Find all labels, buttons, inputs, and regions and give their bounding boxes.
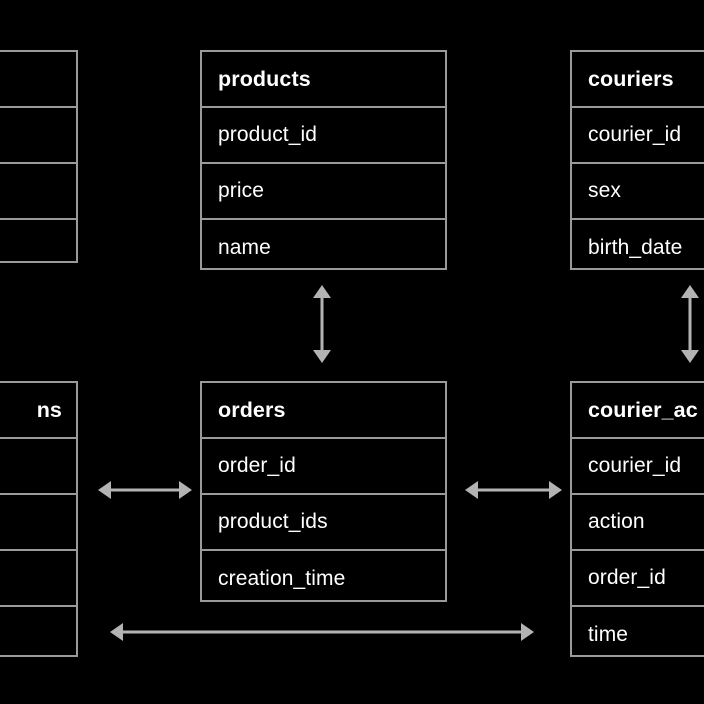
entity-field [0, 439, 76, 495]
entity-field: product_ids [202, 495, 445, 551]
entity-title: products [202, 52, 445, 108]
entity-field [0, 220, 76, 276]
er-diagram-canvas: products product_id price name couriers couri… [0, 0, 704, 704]
entity-title: orders [202, 383, 445, 439]
entity-entity-bottom-left-clipped: ns [0, 381, 78, 657]
entity-field [0, 495, 76, 551]
entity-title: couriers [572, 52, 704, 108]
entity-products: products product_id price name [200, 50, 447, 270]
relationship-arrow-rel-couriers-courier-actions [677, 285, 703, 363]
entity-field: sex [572, 164, 704, 220]
entity-field [0, 607, 76, 663]
entity-field: action [572, 495, 704, 551]
entity-courier_actions: courier_ac courier_id action order_idtime [570, 381, 704, 657]
entity-title [0, 52, 76, 108]
relationship-arrow-rel-products-orders [309, 285, 335, 363]
entity-field [0, 164, 76, 220]
entity-field: price [202, 164, 445, 220]
relationship-arrow-rel-orders-courier-actions [465, 477, 562, 503]
entity-field: name [218, 236, 271, 259]
entity-entity-top-left-clipped [0, 50, 78, 263]
entity-field: courier_id [572, 439, 704, 495]
entity-field: order_id [572, 551, 704, 607]
entity-field: order_id [202, 439, 445, 495]
relationship-arrow-rel-left-table-courier-actions [110, 619, 534, 645]
entity-field [0, 108, 76, 164]
entity-title: courier_ac [572, 383, 704, 439]
entity-field: product_id [202, 108, 445, 164]
entity-field: courier_id [572, 108, 704, 164]
entity-orders: orders order_id product_ids creation_time [200, 381, 447, 602]
entity-field: birth_date [588, 236, 683, 259]
entity-field: time [588, 623, 629, 646]
entity-title: ns [0, 383, 76, 439]
relationship-arrow-rel-left-table-orders [98, 477, 192, 503]
entity-field [0, 551, 76, 607]
entity-couriers: couriers courier_id sex birth_date [570, 50, 704, 270]
entity-field: creation_time [218, 567, 346, 590]
